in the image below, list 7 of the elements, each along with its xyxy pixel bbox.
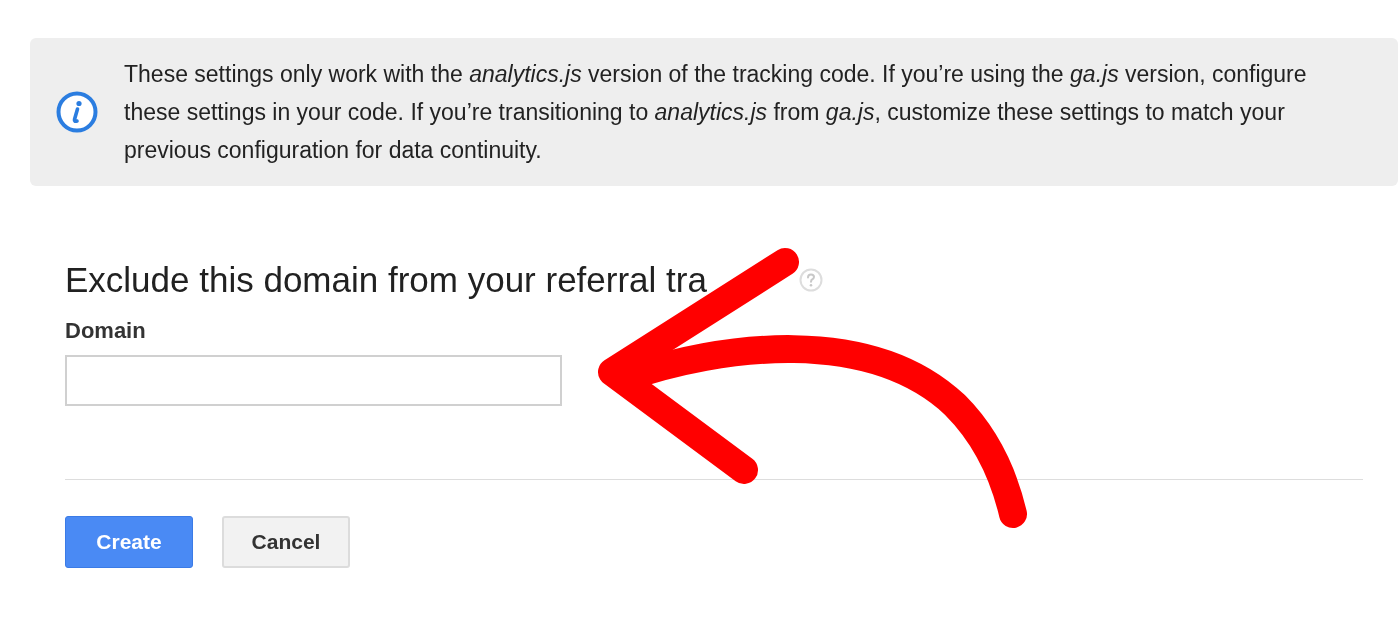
- domain-label: Domain: [65, 319, 146, 343]
- domain-input[interactable]: [65, 355, 562, 406]
- info-icon: [56, 91, 98, 133]
- help-icon: [798, 268, 823, 292]
- notice-text: These settings only work with the analytics.js version of the tracking code. If you’re using the ga.js version, configure these settings in your code. If you’re transitioning to analytics.js from ga.js, customize these settings to match your previous configuration for data continuity.: [124, 60, 1308, 165]
- section-heading: Exclude this domain from your referral tra: [65, 260, 707, 300]
- cancel-button[interactable]: Cancel: [222, 516, 350, 568]
